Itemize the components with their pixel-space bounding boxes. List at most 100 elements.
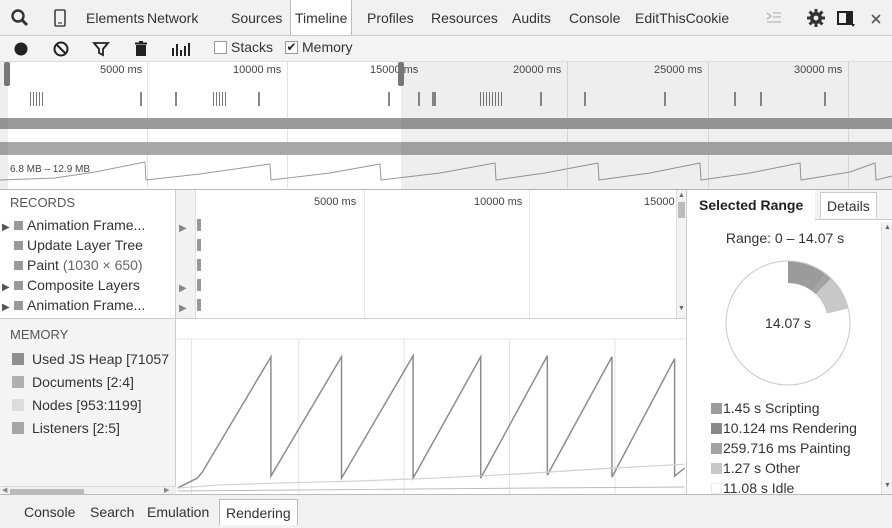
tab-sources[interactable]: Sources [231,0,282,35]
memory-counter-label: Documents [2:4] [32,374,134,390]
tab-timeline[interactable]: Timeline [290,0,353,35]
filter-icon[interactable] [92,40,110,58]
legend-label: 11.08 s Idle [723,480,795,494]
legend-swatch [711,423,722,434]
summary-panel: Selected Range Details Range: 0 – 14.07 … [686,190,892,494]
record-row[interactable]: ▶ Composite Layers [2,275,140,295]
memory-counter-row[interactable]: Nodes [953:1199] [12,395,142,415]
stacks-checkbox[interactable] [214,41,227,54]
records-header: RECORDS [10,195,76,210]
memory-counter-swatch [12,399,24,411]
overview-memory-range: 6.8 MB – 12.9 MB [10,164,91,175]
memory-label: Memory [302,39,353,55]
legend-item-idle: 11.08 s Idle [711,478,794,494]
record-label: Composite Layers [27,277,140,293]
records-timeline-tick: 10000 ms [474,196,523,208]
gutter-arrow-icon[interactable]: ▶ [179,303,187,314]
search-icon[interactable] [10,8,30,28]
records-expand-gutter: ▶ ▶ ▶ [176,190,196,318]
overview-tick: 5000 ms [100,64,143,76]
show-console-icon[interactable] [764,8,784,28]
legend-item-other: 1.27 s Other [711,458,800,478]
timeline-toolbar: Stacks ✔ Memory [0,36,892,62]
legend-swatch [711,443,722,454]
summary-pie-chart: 14.07 s [725,260,851,386]
record-label: Update Layer Tree [27,237,143,253]
pie-total-label: 14.07 s [765,315,811,331]
expand-arrow-icon[interactable]: ▶ [2,298,12,318]
record-label: Paint [27,257,59,273]
legend-label: 259.716 ms Painting [723,440,851,456]
gear-icon[interactable] [806,8,826,28]
flame-chart-icon[interactable] [170,40,192,58]
devtools-tab-bar: Elements Network Sources Timeline Profil… [0,0,892,36]
memory-counter-label: Nodes [953:1199] [32,397,142,413]
record-color-swatch [14,301,23,310]
tab-selected-range[interactable]: Selected Range [687,190,815,220]
memory-counter-row[interactable]: Used JS Heap [71057 [12,349,169,369]
memory-counter-row[interactable]: Documents [2:4] [12,372,134,392]
records-scrollbar[interactable]: ▲ ▼ [676,190,686,318]
record-color-swatch [14,281,23,290]
device-mode-icon[interactable] [50,8,70,28]
record-color-swatch [14,261,23,270]
memory-counter-swatch [12,422,24,434]
nodes-line [177,463,685,489]
legend-swatch [711,463,722,474]
timeline-overview[interactable]: 5000 ms 10000 ms 15000 ms 20000 ms 25000… [0,62,892,190]
legend-swatch [711,403,722,414]
gutter-arrow-icon[interactable]: ▶ [179,283,187,294]
memory-header: MEMORY [10,327,69,342]
record-bar[interactable] [197,299,201,311]
legend-label: 10.124 ms Rendering [723,420,857,436]
legend-swatch [711,483,722,494]
record-label: Animation Frame... [27,297,146,313]
summary-tabs: Selected Range Details [687,190,892,220]
tab-audits[interactable]: Audits [512,0,551,35]
record-row[interactable]: ▶ Animation Frame... [2,215,145,235]
memory-counter-label: Listeners [2:5] [32,420,120,436]
tab-console[interactable]: Console [569,0,620,35]
record-row[interactable]: Paint (1030 × 650) [2,255,143,275]
memory-counter-swatch [12,353,24,365]
records-timeline[interactable]: 5000 ms 10000 ms 15000 [196,190,676,318]
trash-icon[interactable] [132,40,150,58]
records-timeline-tick: 5000 ms [314,196,357,208]
memory-panel: MEMORY Used JS Heap [71057 Documents [2:… [0,318,176,494]
memory-counter-row[interactable]: Listeners [2:5] [12,418,120,438]
close-icon[interactable] [866,8,886,28]
legend-item-scripting: 1.45 s Scripting [711,398,820,418]
memory-checkbox[interactable]: ✔ [285,41,298,54]
drawer-tab-rendering[interactable]: Rendering [219,499,298,525]
summary-scrollbar[interactable]: ▲ ▼ [881,222,892,494]
overview-selection-right-handle[interactable] [398,62,404,86]
memory-chart[interactable] [176,318,686,494]
drawer-tab-search[interactable]: Search [90,499,134,525]
tab-editthiscookie[interactable]: EditThisCookie [635,0,729,35]
dock-icon[interactable] [836,8,856,28]
records-panel: RECORDS ▶ Animation Frame... Update Layer… [0,190,176,318]
tab-elements[interactable]: Elements [86,0,144,35]
records-gridline [529,190,530,318]
record-icon[interactable] [12,40,30,58]
tab-resources[interactable]: Resources [431,0,498,35]
record-row[interactable]: ▶ Animation Frame... [2,295,145,315]
range-text: Range: 0 – 14.07 s [725,230,845,246]
record-bar[interactable] [197,239,201,251]
overview-selection-left-handle[interactable] [4,62,10,86]
drawer-tab-emulation[interactable]: Emulation [147,499,209,525]
drawer-tab-console[interactable]: Console [24,499,75,525]
legend-label: 1.27 s Other [723,460,801,476]
record-bar[interactable] [197,279,201,291]
memory-counter-label: Used JS Heap [71057 [32,351,169,367]
listeners-line [177,486,685,492]
tab-network[interactable]: Network [147,0,198,35]
record-bar[interactable] [197,259,201,271]
tab-details[interactable]: Details [820,192,877,218]
record-row[interactable]: Update Layer Tree [2,235,143,255]
gutter-arrow-icon[interactable]: ▶ [179,223,187,234]
record-bar[interactable] [197,219,201,231]
legend-item-rendering: 10.124 ms Rendering [711,418,857,438]
clear-icon[interactable] [52,40,70,58]
tab-profiles[interactable]: Profiles [367,0,414,35]
